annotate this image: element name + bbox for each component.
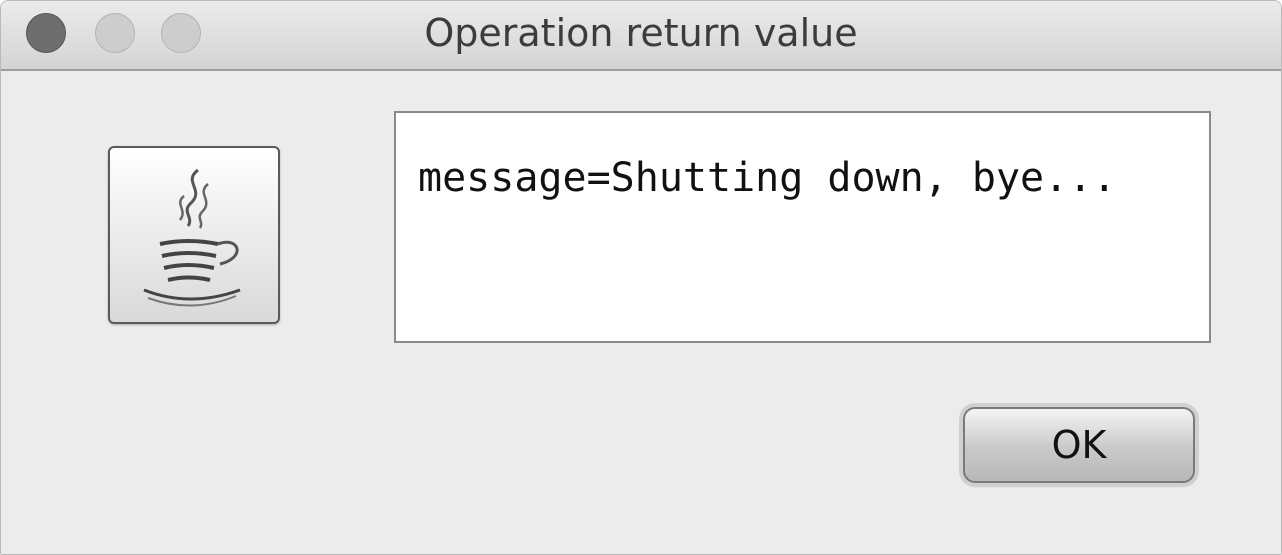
title-bar[interactable]: Operation return value [1,1,1281,71]
message-text-area[interactable]: message=Shutting down, bye... [394,111,1211,343]
message-text: message=Shutting down, bye... [418,155,1117,201]
ok-button[interactable]: OK [963,407,1195,483]
dialog-window: Operation return value message=Shutting … [0,0,1282,555]
java-coffee-cup-icon [108,146,280,324]
window-title: Operation return value [424,11,858,55]
